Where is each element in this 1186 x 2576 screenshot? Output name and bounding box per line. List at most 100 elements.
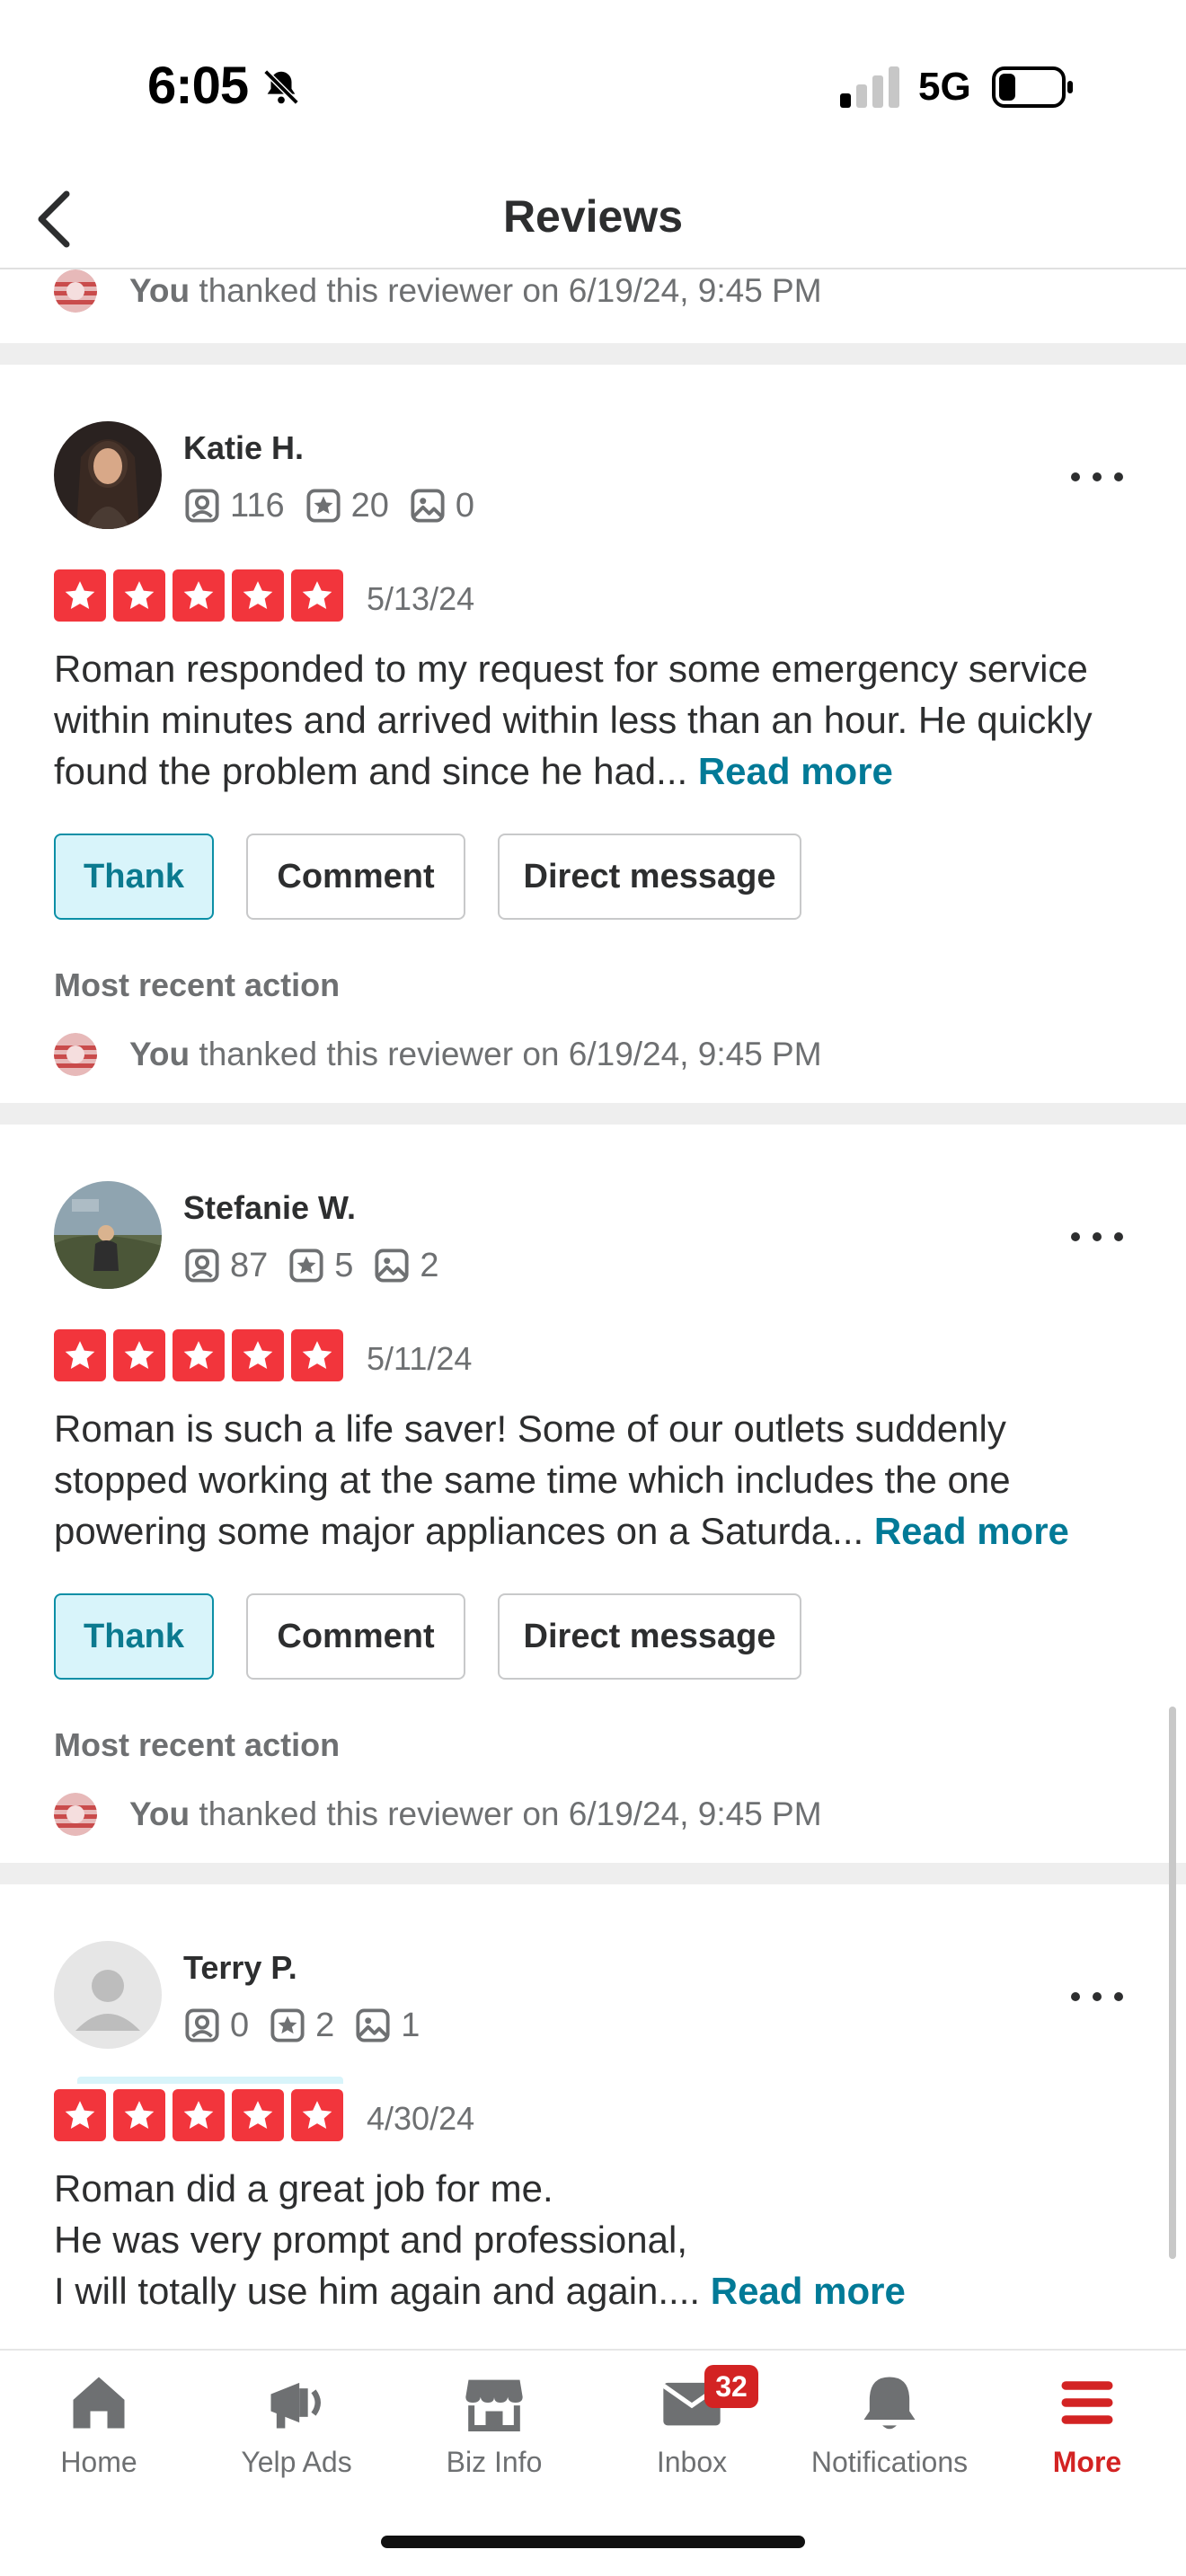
reviews-count: 20 <box>350 486 389 525</box>
star-icon <box>113 1329 165 1381</box>
tab-label: Inbox <box>656 2446 728 2478</box>
star-icon <box>113 569 165 622</box>
thank-button[interactable]: Thank <box>54 1593 214 1680</box>
thank-button[interactable]: Thank <box>54 834 214 920</box>
reviews-stat: 2 <box>269 2007 334 2045</box>
friends-stat: 0 <box>183 2007 249 2045</box>
review-body: Roman is such a life saver! Some of our … <box>54 1407 1011 1552</box>
tab-more[interactable]: More <box>988 2369 1186 2479</box>
reviews-count: 5 <box>334 1246 354 1284</box>
star-icon <box>173 569 225 622</box>
owner-avatar <box>54 1033 97 1076</box>
review-text: Roman is such a life saver! Some of our … <box>54 1403 1141 1557</box>
review-actions: Thank Comment Direct message <box>54 1593 834 1680</box>
reviewer-stats: 116 20 0 <box>183 485 494 526</box>
review-body: Roman responded to my request for some e… <box>54 648 1093 792</box>
friends-stat: 116 <box>183 487 285 525</box>
reviewer-name[interactable]: Stefanie W. <box>183 1189 356 1227</box>
review-date: 5/13/24 <box>367 580 475 617</box>
friends-icon <box>185 489 219 523</box>
star-rating <box>54 569 350 622</box>
photos-stat: 1 <box>354 2007 420 2045</box>
friends-count: 116 <box>230 486 285 525</box>
photos-count: 1 <box>401 2006 420 2044</box>
battery-icon <box>992 66 1073 108</box>
tab-label: Yelp Ads <box>241 2446 352 2478</box>
star-icon <box>291 2089 343 2141</box>
scrollbar[interactable] <box>1169 1707 1176 2259</box>
more-options-icon[interactable] <box>1067 1223 1127 1250</box>
megaphone-icon <box>270 2382 321 2429</box>
reviewer-name[interactable]: Katie H. <box>183 429 304 467</box>
star-icon <box>54 569 106 622</box>
section-divider <box>0 1863 1186 1884</box>
tab-yelp-ads[interactable]: Yelp Ads <box>198 2369 395 2479</box>
cellular-signal-icon <box>840 66 899 108</box>
star-rating <box>54 2089 350 2141</box>
direct-message-button[interactable]: Direct message <box>498 1593 801 1680</box>
tab-label: Notifications <box>810 2446 969 2478</box>
review-body: Roman did a great job for me. He was ver… <box>54 2167 701 2312</box>
review-card: Katie H. 116 20 0 5/13/24 Roman responde… <box>0 365 1186 1103</box>
most-recent-action-label: Most recent action <box>54 966 341 1003</box>
tab-biz-info[interactable]: Biz Info <box>395 2369 593 2479</box>
thank-button-peek <box>77 2077 343 2084</box>
tab-label: Home <box>60 2446 137 2478</box>
star-icon <box>113 2089 165 2141</box>
section-divider <box>0 1103 1186 1125</box>
reviewer-name[interactable]: Terry P. <box>183 1949 297 1987</box>
reviews-count: 2 <box>315 2006 335 2044</box>
action-description: thanked this reviewer on 6/19/24, 9:45 P… <box>190 1795 822 1832</box>
previous-review-action: You thanked this reviewer on 6/19/24, 9:… <box>0 269 1186 343</box>
star-icon <box>291 569 343 622</box>
friends-count: 0 <box>230 2006 250 2044</box>
reviewer-avatar[interactable] <box>54 1941 162 2049</box>
review-card: Stefanie W. 87 5 2 5/11/24 Roman is such… <box>0 1125 1186 1863</box>
photos-stat: 2 <box>373 1246 439 1285</box>
most-recent-action-label: Most recent action <box>54 1726 341 1763</box>
review-star-icon <box>289 1248 323 1283</box>
review-star-icon <box>270 2008 305 2042</box>
read-more-link[interactable]: Read more <box>874 1510 1069 1552</box>
storefront-icon <box>465 2379 523 2431</box>
more-options-icon[interactable] <box>1067 463 1127 490</box>
photos-count: 2 <box>420 1246 439 1284</box>
reviewer-stats: 87 5 2 <box>183 1245 459 1286</box>
network-type: 5G <box>918 65 971 109</box>
reviewer-avatar[interactable] <box>54 421 162 529</box>
star-icon <box>173 1329 225 1381</box>
tab-home[interactable]: Home <box>0 2369 198 2479</box>
owner-avatar <box>54 269 97 313</box>
read-more-link[interactable]: Read more <box>698 750 893 792</box>
bell-slash-icon <box>263 69 299 105</box>
direct-message-button[interactable]: Direct message <box>498 834 801 920</box>
photos-stat: 0 <box>409 487 474 525</box>
reviewer-avatar[interactable] <box>54 1181 162 1289</box>
action-you-label: You <box>129 1036 190 1072</box>
star-icon <box>232 1329 284 1381</box>
comment-button[interactable]: Comment <box>246 834 465 920</box>
reviews-stat: 5 <box>288 1247 353 1285</box>
tab-inbox[interactable]: 32 Inbox <box>593 2365 791 2479</box>
review-text: Roman responded to my request for some e… <box>54 643 1141 797</box>
review-text: Roman did a great job for me. He was ver… <box>54 2163 1141 2316</box>
read-more-link[interactable]: Read more <box>711 2270 906 2312</box>
tab-notifications[interactable]: Notifications <box>791 2369 988 2479</box>
action-you-label: You <box>129 272 190 309</box>
most-recent-action-line: You thanked this reviewer on 6/19/24, 9:… <box>54 1033 822 1076</box>
reviews-list[interactable]: You thanked this reviewer on 6/19/24, 9:… <box>0 269 1186 2349</box>
star-icon <box>54 1329 106 1381</box>
home-indicator[interactable] <box>381 2536 805 2548</box>
home-icon <box>73 2377 125 2429</box>
friends-icon <box>185 1248 219 1283</box>
menu-icon <box>1061 2381 1113 2424</box>
friends-icon <box>185 2008 219 2042</box>
star-icon <box>173 2089 225 2141</box>
friends-count: 87 <box>230 1246 269 1284</box>
page-title: Reviews <box>502 191 684 242</box>
more-options-icon[interactable] <box>1067 1983 1127 2010</box>
comment-button[interactable]: Comment <box>246 1593 465 1680</box>
photo-icon <box>375 1248 409 1283</box>
most-recent-action-line: You thanked this reviewer on 6/19/24, 9:… <box>54 269 822 313</box>
default-user-icon <box>54 1941 162 2049</box>
